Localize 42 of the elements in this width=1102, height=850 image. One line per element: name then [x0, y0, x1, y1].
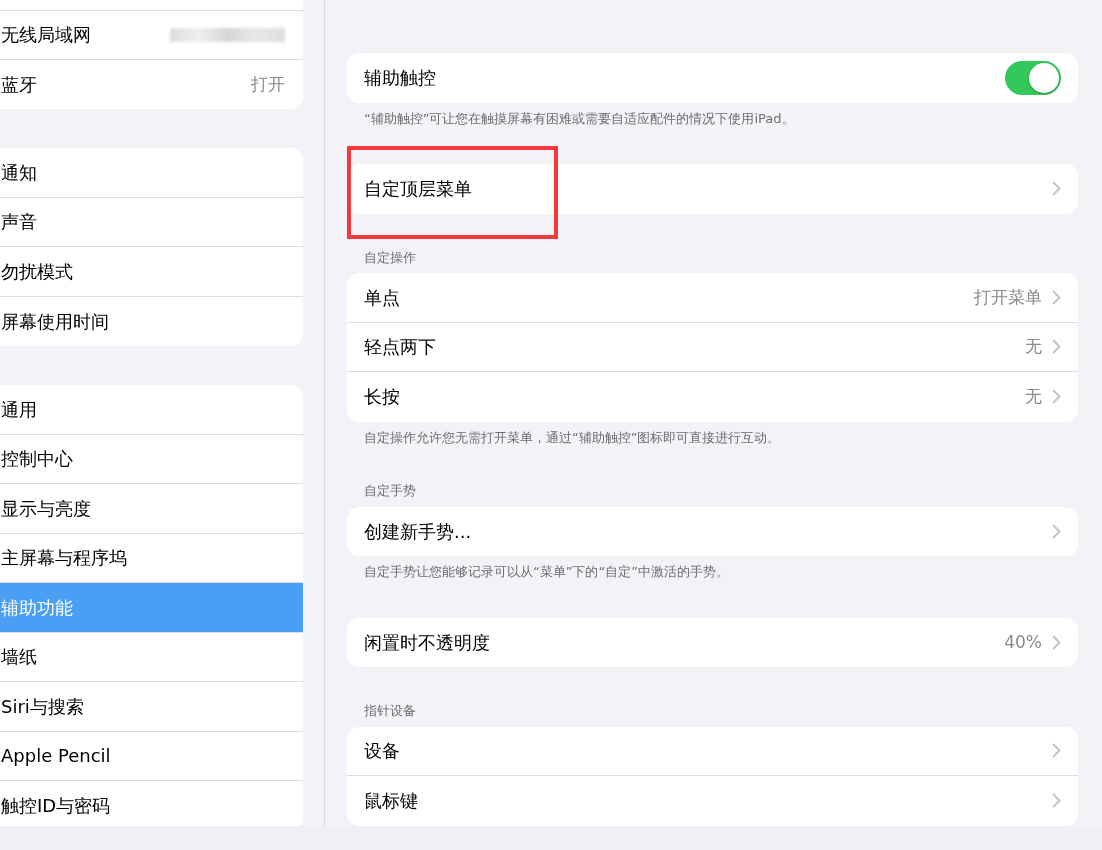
- chevron-icon: [1052, 793, 1061, 809]
- chevron-icon: [1052, 389, 1061, 405]
- sidebar-item[interactable]: Apple Pencil: [0, 731, 303, 781]
- sidebar-item[interactable]: 无线局域网: [0, 10, 303, 60]
- sidebar-item[interactable]: 控制中心: [0, 434, 303, 484]
- settings-row[interactable]: 单点 打开菜单: [347, 273, 1078, 323]
- sidebar-item[interactable]: 蓝牙 打开: [0, 59, 303, 109]
- row-value: 40%: [1004, 630, 1042, 654]
- settings-row[interactable]: 闲置时不透明度 40%: [347, 617, 1078, 667]
- chevron-icon: [1052, 289, 1061, 305]
- settings-row[interactable]: 鼠标键: [347, 776, 1078, 826]
- chevron-icon: [1052, 523, 1061, 539]
- section-footer: 自定手势让您能够记录可以从“菜单”下的“自定”中激活的手势。: [347, 556, 1078, 582]
- sidebar-item[interactable]: Siri与搜索: [0, 682, 303, 732]
- row-value: 无: [1025, 385, 1042, 408]
- settings-row[interactable]: 轻点两下 无: [347, 322, 1078, 372]
- section-footer: “辅助触控”可让您在触摸屏幕有困难或需要自适应配件的情况下使用iPad。: [347, 102, 1078, 128]
- section-header: 自定操作: [363, 248, 417, 267]
- settings-row[interactable]: 设备: [347, 726, 1078, 776]
- sidebar-item[interactable]: 勿扰模式: [0, 247, 303, 297]
- sidebar-item[interactable]: 声音: [0, 197, 303, 247]
- chevron-icon: [1052, 634, 1061, 650]
- chevron-icon: [1052, 339, 1061, 355]
- settings-row[interactable]: 自定顶层菜单: [347, 164, 1078, 214]
- item-value: 打开: [251, 72, 285, 96]
- sidebar-item[interactable]: 触控ID与密码: [0, 781, 303, 826]
- section-header: 自定手势: [363, 482, 417, 500]
- sidebar-item[interactable]: 显示与亮度: [0, 484, 303, 534]
- sidebar-item[interactable]: 通用: [0, 385, 303, 435]
- sidebar-item[interactable]: 屏幕使用时间: [0, 296, 303, 346]
- settings-row: 辅助触控: [347, 53, 1078, 103]
- row-value: 打开菜单: [974, 285, 1042, 309]
- settings-row[interactable]: 创建新手势...: [347, 506, 1078, 556]
- sidebar-item[interactable]: 墙纸: [0, 632, 303, 682]
- row-value: 无: [1025, 335, 1042, 358]
- sidebar-item[interactable]: 通知: [0, 148, 303, 198]
- toggle-switch[interactable]: [1005, 60, 1061, 95]
- section-footer: 自定操作允许您无需打开菜单，通过“辅助触控”图标即可直接进行互动。: [347, 421, 1078, 447]
- section-header: 指针设备: [363, 702, 417, 720]
- chevron-icon: [1052, 743, 1061, 759]
- settings-row[interactable]: 长按 无: [347, 372, 1078, 422]
- chevron-icon: [1052, 181, 1061, 197]
